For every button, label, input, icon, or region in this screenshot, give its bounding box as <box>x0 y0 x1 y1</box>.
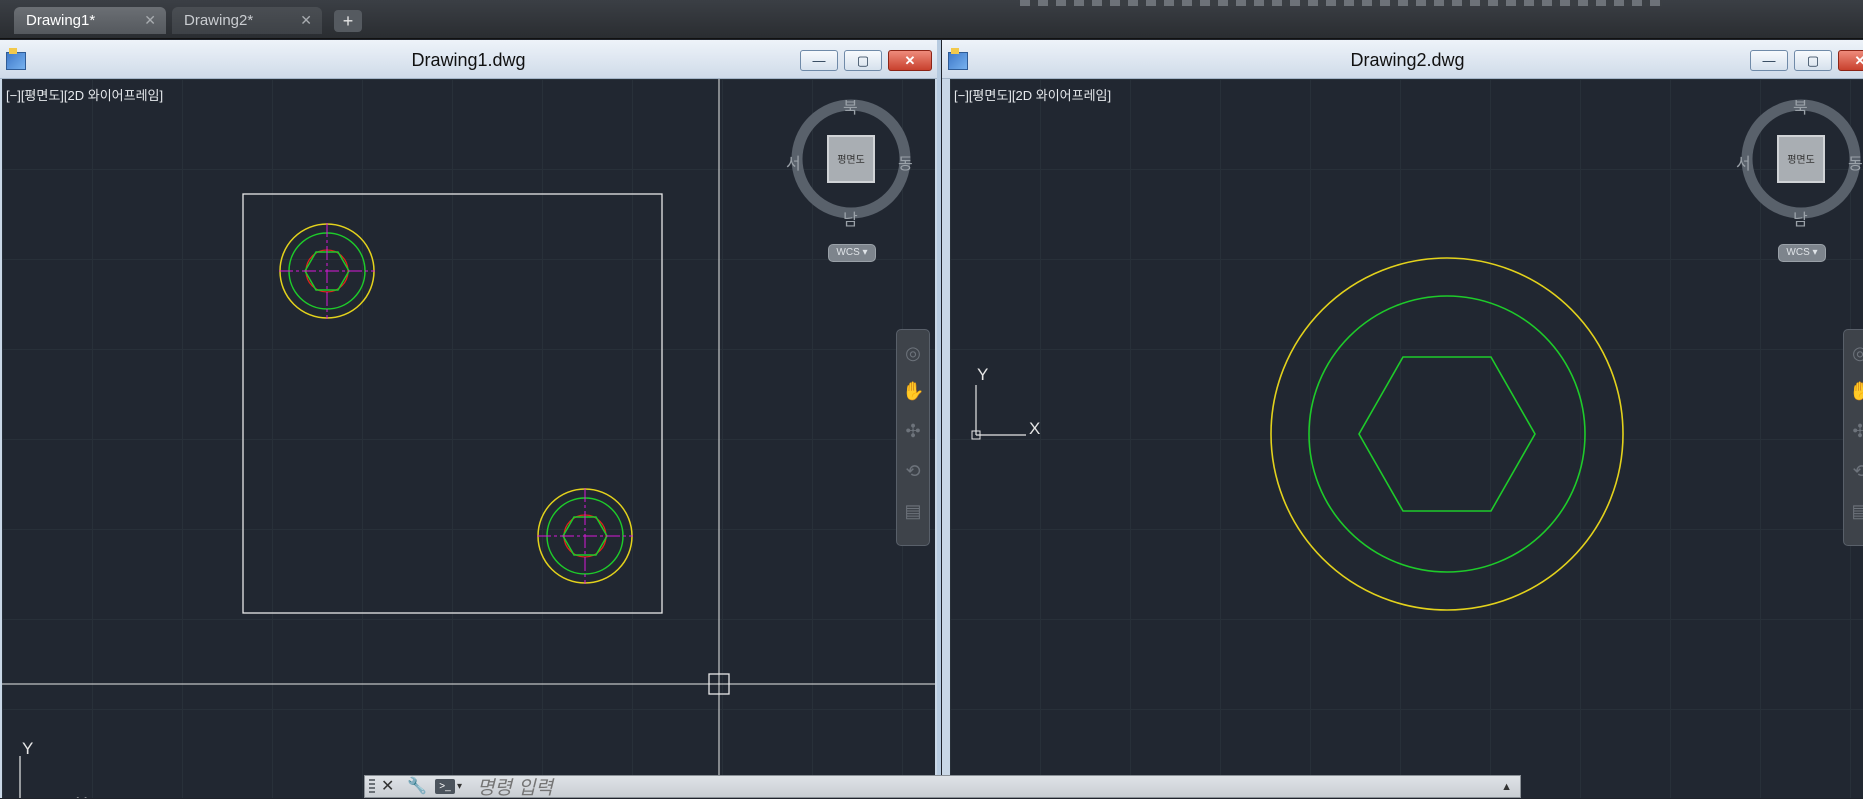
tab-label: Drawing2* <box>184 12 254 29</box>
command-input[interactable] <box>475 776 1379 799</box>
drawing-canvas[interactable]: [−][평면도][2D 와이어프레임] Y X 북 남 서 동 평면도 WCS … <box>950 79 1863 798</box>
drawing1-window: Drawing1.dwg — ▢ ✕ [−][평면도][2D 와이어프레임] Y… <box>0 40 941 798</box>
minimize-button[interactable]: — <box>1750 50 1788 71</box>
expand-history-icon[interactable]: ▲ <box>1501 776 1512 798</box>
bolt-symbol-bottom-right <box>537 488 633 584</box>
drag-grip-icon[interactable] <box>369 779 375 795</box>
orbit-icon[interactable]: ⟲ <box>902 460 924 482</box>
close-icon[interactable]: ✕ <box>300 7 312 34</box>
zoom-extents-icon[interactable]: ✣ <box>902 420 924 442</box>
navigation-bar: ◎ ✋ ✣ ⟲ ▤ <box>896 329 930 546</box>
bolt-symbol-top-left <box>279 223 375 319</box>
maximize-button[interactable]: ▢ <box>844 50 882 71</box>
hex-nut <box>1358 356 1536 512</box>
zoom-extents-icon[interactable]: ✣ <box>1849 420 1863 442</box>
tab-drawing2[interactable]: Drawing2* ✕ <box>172 7 322 34</box>
close-icon[interactable]: ✕ <box>144 7 156 34</box>
compass-west[interactable]: 서 <box>786 150 801 174</box>
compass-north[interactable]: 북 <box>1793 94 1808 118</box>
close-icon[interactable]: ✕ <box>381 776 394 798</box>
showmotion-icon[interactable]: ▤ <box>1849 500 1863 522</box>
maximize-button[interactable]: ▢ <box>1794 50 1832 71</box>
steering-wheel-icon[interactable]: ◎ <box>902 342 924 364</box>
ucs-x-label: X <box>1029 419 1041 438</box>
command-line: ✕ 🔧 >_ ▾ ▲ <box>364 775 1521 799</box>
window-title: Drawing2.dwg <box>1350 50 1465 70</box>
inner-circle <box>1308 295 1586 573</box>
compass-south[interactable]: 남 <box>843 206 858 230</box>
viewcube-face-top[interactable]: 평면도 <box>832 151 870 166</box>
viewcube[interactable]: 북 남 서 동 평면도 WCS ▾ <box>1736 94 1863 264</box>
window-titlebar[interactable]: Drawing1.dwg — ▢ ✕ <box>0 40 937 79</box>
command-prompt-icon[interactable]: >_ <box>435 779 455 794</box>
ucs-icon <box>19 756 21 798</box>
close-button[interactable]: ✕ <box>1838 50 1863 71</box>
compass-east[interactable]: 동 <box>898 150 913 174</box>
window-titlebar[interactable]: Drawing2.dwg — ▢ ✕ <box>942 40 1863 79</box>
minimize-button[interactable]: — <box>800 50 838 71</box>
ucs-x-label: X <box>76 794 87 798</box>
viewcube[interactable]: 북 남 서 동 평면도 WCS ▾ <box>786 94 916 264</box>
compass-east[interactable]: 동 <box>1848 150 1863 174</box>
bolt-symbol-zoomed <box>1270 257 1624 611</box>
document-tab-bar: Drawing1* ✕ Drawing2* ✕ + <box>0 0 1863 39</box>
ucs-icon <box>971 385 1026 440</box>
tab-drawing1[interactable]: Drawing1* ✕ <box>14 7 166 34</box>
compass-north[interactable]: 북 <box>843 94 858 118</box>
viewcube-face-top[interactable]: 평면도 <box>1782 151 1820 166</box>
ucs-y-label: Y <box>977 365 989 384</box>
wcs-menu-button[interactable]: WCS ▾ <box>1778 244 1826 262</box>
drawing-geometry <box>971 257 1624 611</box>
tab-label: Drawing1* <box>26 12 96 29</box>
toolbar-strip <box>1020 0 1662 6</box>
pan-hand-icon[interactable]: ✋ <box>902 380 924 402</box>
close-button[interactable]: ✕ <box>888 50 932 71</box>
drawing2-window: Drawing2.dwg — ▢ ✕ [−][평면도][2D 와이어프레임] Y… <box>942 40 1863 798</box>
customize-wrench-icon[interactable]: 🔧 <box>407 776 427 798</box>
steering-wheel-icon[interactable]: ◎ <box>1849 342 1863 364</box>
new-tab-button[interactable]: + <box>334 10 362 32</box>
outer-circle <box>1270 257 1624 611</box>
showmotion-icon[interactable]: ▤ <box>902 500 924 522</box>
drawing-canvas[interactable]: [−][평면도][2D 와이어프레임] Y 북 남 서 동 평면도 WCS ▾ … <box>2 79 935 798</box>
orbit-icon[interactable]: ⟲ <box>1849 460 1863 482</box>
navigation-bar: ◎ ✋ ✣ ⟲ ▤ <box>1843 329 1863 546</box>
window-title: Drawing1.dwg <box>411 50 526 70</box>
pan-hand-icon[interactable]: ✋ <box>1849 380 1863 402</box>
ucs-y-label: Y <box>22 739 34 758</box>
wcs-menu-button[interactable]: WCS ▾ <box>828 244 876 262</box>
recent-commands-dropdown-icon[interactable]: ▾ <box>457 776 462 798</box>
compass-south[interactable]: 남 <box>1793 206 1808 230</box>
compass-west[interactable]: 서 <box>1736 150 1751 174</box>
